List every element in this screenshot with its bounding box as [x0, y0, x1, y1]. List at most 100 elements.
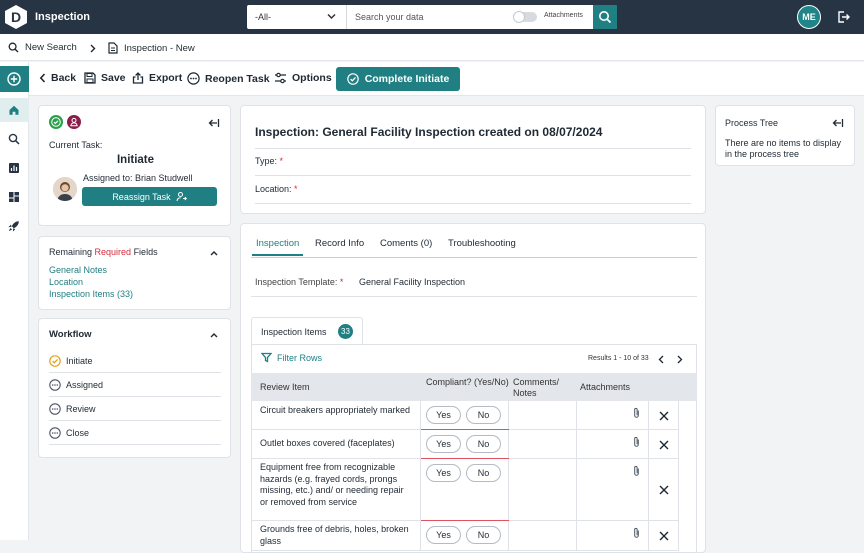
- logout-icon[interactable]: [836, 10, 850, 24]
- paperclip-icon[interactable]: [633, 465, 640, 477]
- yes-button[interactable]: Yes: [426, 464, 461, 482]
- options-button[interactable]: Options: [274, 72, 332, 84]
- inspection-template-value[interactable]: General Facility Inspection: [359, 277, 465, 287]
- record-title: Inspection: General Facility Inspection …: [255, 125, 603, 139]
- current-task-name: Initiate: [116, 154, 155, 166]
- workflow-step[interactable]: Initiate: [49, 349, 221, 373]
- attachments-cell[interactable]: [577, 459, 649, 521]
- current-task-label: Current Task:: [49, 140, 103, 150]
- save-label: Save: [101, 72, 126, 84]
- attachments-cell[interactable]: [577, 521, 649, 551]
- workflow-step[interactable]: Assigned: [49, 373, 221, 397]
- column-header: Review Item: [251, 373, 421, 401]
- workflow-step[interactable]: Close: [49, 421, 221, 445]
- paperclip-icon[interactable]: [633, 527, 640, 539]
- workflow-step-label: Initiate: [66, 355, 93, 366]
- attachments-cell[interactable]: [577, 401, 649, 430]
- comments-cell[interactable]: [509, 521, 577, 551]
- attachments-toggle[interactable]: [513, 11, 537, 23]
- remaining-field-link[interactable]: Location: [49, 277, 83, 287]
- divider: [255, 148, 691, 149]
- table-row-item: Equipment free from recognizable hazards…: [251, 459, 421, 521]
- pending-circle-icon: [49, 426, 61, 439]
- inspection-template-label: Inspection Template: *: [255, 277, 343, 287]
- attachments-cell[interactable]: [577, 430, 649, 459]
- home-icon: [9, 105, 19, 115]
- reports-icon[interactable]: [8, 162, 20, 174]
- left-nav: [0, 62, 29, 540]
- breadcrumb-new-search[interactable]: New Search: [8, 42, 77, 53]
- breadcrumb: New Search Inspection - New: [0, 34, 864, 61]
- current-task-card: Current Task: Initiate Assigned to: Bria…: [38, 105, 231, 226]
- breadcrumb-new-search-label: New Search: [25, 42, 77, 53]
- no-button[interactable]: No: [466, 464, 501, 482]
- back-button[interactable]: Back: [39, 72, 76, 84]
- workflow-card: Workflow Initiate Assigned Review Close: [38, 318, 231, 458]
- dashboard-icon[interactable]: [8, 191, 20, 203]
- app-logo[interactable]: D: [5, 5, 27, 29]
- workflow-step[interactable]: Review: [49, 397, 221, 421]
- prev-page-icon[interactable]: [658, 355, 664, 364]
- create-new-button[interactable]: [0, 66, 29, 92]
- workflow-step-label: Assigned: [66, 379, 104, 390]
- chevron-up-icon[interactable]: [210, 332, 218, 338]
- close-icon[interactable]: [659, 440, 669, 450]
- table-row-item: Circuit breakers appropriately marked: [251, 401, 421, 430]
- paperclip-icon[interactable]: [633, 407, 640, 419]
- inspection-items-tab-label: Inspection Items: [261, 327, 327, 337]
- search-button[interactable]: [593, 5, 617, 29]
- no-button[interactable]: No: [466, 526, 501, 544]
- location-field[interactable]: Location: *: [255, 184, 691, 204]
- person-photo-icon: [53, 177, 77, 201]
- next-page-icon[interactable]: [677, 355, 683, 364]
- remaining-required-word: Required: [94, 247, 132, 257]
- delete-cell: [649, 430, 679, 459]
- tab-record-info[interactable]: Record Info: [315, 238, 364, 249]
- type-field[interactable]: Type: *: [255, 156, 691, 176]
- close-icon[interactable]: [659, 411, 669, 421]
- comments-cell[interactable]: [509, 430, 577, 459]
- nav-home[interactable]: [0, 98, 29, 122]
- user-avatar[interactable]: ME: [797, 5, 821, 29]
- export-button[interactable]: Export: [132, 72, 182, 84]
- chevron-up-icon[interactable]: [210, 250, 218, 256]
- collapse-panel-icon[interactable]: [208, 118, 220, 128]
- options-label: Options: [292, 72, 332, 84]
- column-header: Attachments: [577, 373, 697, 401]
- comments-cell[interactable]: [509, 401, 577, 430]
- task-complete-badge: [49, 115, 63, 129]
- reopen-task-button[interactable]: Reopen Task: [187, 72, 270, 85]
- tab-troubleshooting[interactable]: Troubleshooting: [448, 238, 516, 249]
- reassign-task-button[interactable]: Reassign Task: [82, 187, 217, 206]
- comments-cell[interactable]: [509, 459, 577, 521]
- yes-button[interactable]: Yes: [426, 406, 461, 424]
- template-label-text: Inspection Template:: [255, 277, 338, 287]
- complete-initiate-button[interactable]: Complete Initiate: [336, 67, 460, 91]
- yes-button[interactable]: Yes: [426, 435, 461, 453]
- tab-comments[interactable]: Coments (0): [380, 238, 432, 249]
- table-row-item: Outlet boxes covered (faceplates): [251, 430, 421, 459]
- inspection-items-tab[interactable]: Inspection Items 33: [251, 317, 363, 345]
- remaining-prefix: Remaining: [49, 247, 95, 257]
- no-button[interactable]: No: [466, 435, 501, 453]
- remaining-field-link[interactable]: General Notes: [49, 265, 107, 275]
- collapse-panel-icon[interactable]: [832, 118, 844, 128]
- filter-rows-button[interactable]: Filter Rows: [261, 352, 322, 363]
- yes-button[interactable]: Yes: [426, 526, 461, 544]
- workflow-title: Workflow: [49, 329, 92, 340]
- chevron-down-icon: [327, 13, 336, 20]
- remaining-suffix: Fields: [131, 247, 158, 257]
- search-input[interactable]: [348, 5, 508, 29]
- record-tabs: Inspection Record Info Coments (0) Troub…: [251, 238, 697, 258]
- record-toolbar: Back Save Export Reopen Task Options Com…: [29, 62, 864, 96]
- remaining-field-link[interactable]: Inspection Items (33): [49, 289, 133, 299]
- close-icon[interactable]: [659, 485, 669, 495]
- search-scope-select[interactable]: -All-: [247, 5, 347, 29]
- paperclip-icon[interactable]: [633, 436, 640, 448]
- tab-inspection[interactable]: Inspection: [251, 238, 304, 256]
- column-header: Compliant? (Yes/No): [421, 373, 509, 401]
- search-icon[interactable]: [8, 133, 20, 145]
- save-button[interactable]: Save: [84, 72, 126, 84]
- rocket-icon[interactable]: [8, 220, 20, 232]
- no-button[interactable]: No: [466, 406, 501, 424]
